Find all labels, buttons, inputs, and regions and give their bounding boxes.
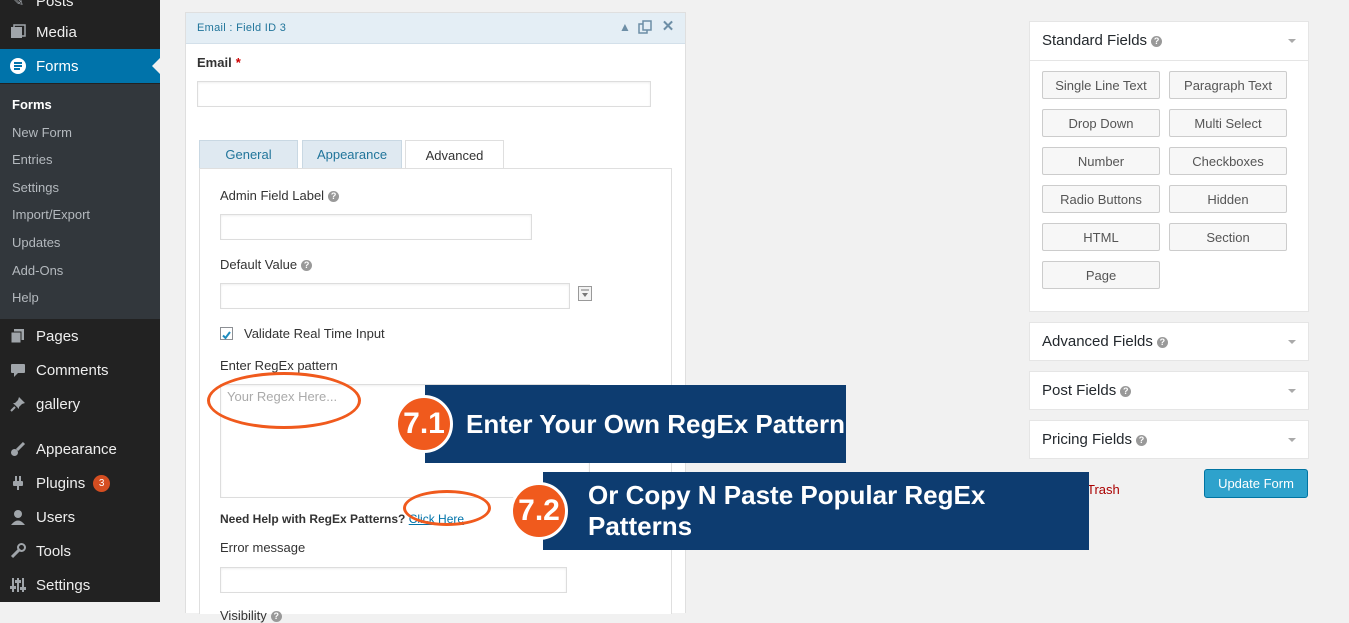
multi-select-button[interactable]: Multi Select bbox=[1169, 109, 1287, 137]
number-button[interactable]: Number bbox=[1042, 147, 1160, 175]
checkboxes-button[interactable]: Checkboxes bbox=[1169, 147, 1287, 175]
hidden-button[interactable]: Hidden bbox=[1169, 185, 1287, 213]
comments-icon bbox=[9, 361, 27, 379]
brush-icon bbox=[9, 440, 27, 458]
submenu-entries[interactable]: Entries bbox=[12, 152, 52, 167]
menu-item-settings[interactable]: Settings bbox=[0, 568, 160, 602]
html-button[interactable]: HTML bbox=[1042, 223, 1160, 251]
menu-item-appearance[interactable]: Appearance bbox=[0, 432, 160, 466]
drop-down-button[interactable]: Drop Down bbox=[1042, 109, 1160, 137]
error-message-input[interactable] bbox=[220, 567, 567, 593]
submenu-new-form[interactable]: New Form bbox=[12, 125, 72, 140]
section-button[interactable]: Section bbox=[1169, 223, 1287, 251]
callout-ring-regex bbox=[207, 372, 361, 429]
user-icon bbox=[9, 508, 27, 526]
toggle-arrow-icon[interactable] bbox=[1288, 340, 1296, 344]
collapse-arrow-icon[interactable]: ▲ bbox=[618, 20, 632, 34]
callout-banner-7-1: Enter Your Own RegEx Pattern bbox=[425, 385, 846, 463]
help-icon[interactable]: ? bbox=[328, 191, 340, 202]
callout-number-7-1: 7.1 bbox=[395, 395, 453, 453]
menu-item-plugins[interactable]: Plugins 3 bbox=[0, 466, 160, 500]
field-preview-label: Email * bbox=[197, 55, 241, 70]
menu-item-pages[interactable]: Pages bbox=[0, 319, 160, 353]
trash-link[interactable]: Trash bbox=[1087, 482, 1120, 497]
advanced-fields-box[interactable]: Advanced Fields? bbox=[1029, 322, 1309, 361]
single-line-text-button[interactable]: Single Line Text bbox=[1042, 71, 1160, 99]
plug-icon bbox=[9, 474, 27, 492]
forms-submenu: Forms New Form Entries Settings Import/E… bbox=[0, 84, 160, 319]
submenu-import-export[interactable]: Import/Export bbox=[12, 207, 90, 222]
error-message-label: Error message bbox=[220, 540, 306, 555]
sliders-icon bbox=[9, 576, 27, 594]
pin-icon bbox=[9, 395, 27, 413]
validate-checkbox[interactable] bbox=[220, 327, 233, 340]
toggle-arrow-icon[interactable] bbox=[1288, 389, 1296, 393]
menu-item-forms[interactable]: Forms bbox=[0, 49, 160, 83]
pricing-fields-box[interactable]: Pricing Fields? bbox=[1029, 420, 1309, 459]
submenu-add-ons[interactable]: Add-Ons bbox=[12, 263, 63, 278]
post-fields-box[interactable]: Post Fields? bbox=[1029, 371, 1309, 410]
merge-tags-icon[interactable] bbox=[578, 286, 592, 301]
help-icon[interactable]: ? bbox=[301, 260, 313, 271]
visibility-label: Visibility? bbox=[220, 608, 282, 623]
toggle-arrow-icon[interactable] bbox=[1288, 39, 1296, 43]
update-form-button[interactable]: Update Form bbox=[1204, 469, 1308, 498]
help-icon[interactable]: ? bbox=[1156, 337, 1168, 348]
menu-item-tools[interactable]: Tools bbox=[0, 534, 160, 568]
page-button[interactable]: Page bbox=[1042, 261, 1160, 289]
tab-advanced[interactable]: Advanced bbox=[405, 140, 504, 169]
field-panel-header: Email : Field ID 3 ▲ ✕ bbox=[186, 13, 685, 44]
field-panel-title: Email : Field ID 3 bbox=[197, 22, 287, 34]
required-asterisk: * bbox=[235, 55, 241, 70]
forms-icon bbox=[9, 57, 27, 75]
duplicate-icon[interactable] bbox=[638, 20, 652, 34]
validate-label: Validate Real Time Input bbox=[244, 326, 385, 341]
callout-banner-7-2: Or Copy N Paste Popular RegEx Patterns bbox=[543, 472, 1089, 550]
submenu-updates[interactable]: Updates bbox=[12, 235, 60, 250]
menu-item-gallery[interactable]: gallery bbox=[0, 387, 160, 421]
submenu-settings[interactable]: Settings bbox=[12, 180, 59, 195]
wrench-icon bbox=[9, 542, 27, 560]
standard-fields-box: Standard Fields? Single Line Text Paragr… bbox=[1029, 21, 1309, 312]
paragraph-text-button[interactable]: Paragraph Text bbox=[1169, 71, 1287, 99]
submenu-forms[interactable]: Forms bbox=[12, 97, 52, 112]
callout-number-7-2: 7.2 bbox=[510, 482, 568, 540]
pages-icon bbox=[9, 327, 27, 345]
help-icon[interactable]: ? bbox=[270, 611, 282, 622]
menu-item-users[interactable]: Users bbox=[0, 500, 160, 534]
menu-item-comments[interactable]: Comments bbox=[0, 353, 160, 387]
admin-label-input[interactable] bbox=[220, 214, 532, 240]
menu-item-media[interactable]: Media bbox=[0, 15, 160, 49]
update-count-badge: 3 bbox=[93, 474, 111, 492]
close-icon[interactable]: ✕ bbox=[661, 19, 675, 34]
tab-general[interactable]: General bbox=[199, 140, 298, 168]
email-preview-input[interactable] bbox=[197, 81, 651, 107]
standard-fields-header[interactable]: Standard Fields? bbox=[1030, 22, 1308, 61]
regex-label: Enter RegEx pattern bbox=[220, 358, 338, 373]
radio-buttons-button[interactable]: Radio Buttons bbox=[1042, 185, 1160, 213]
help-icon[interactable]: ? bbox=[1136, 435, 1148, 446]
default-value-label: Default Value? bbox=[220, 257, 313, 272]
toggle-arrow-icon[interactable] bbox=[1288, 438, 1296, 442]
pin-icon: ✎ bbox=[11, 0, 25, 10]
help-icon[interactable]: ? bbox=[1120, 386, 1132, 397]
admin-field-label-label: Admin Field Label? bbox=[220, 188, 340, 203]
help-icon[interactable]: ? bbox=[1151, 36, 1163, 47]
submenu-help[interactable]: Help bbox=[12, 290, 39, 305]
tab-appearance[interactable]: Appearance bbox=[302, 140, 402, 168]
admin-sidebar: ✎ Posts Media Forms Forms New Form Entrie… bbox=[0, 0, 160, 602]
callout-ring-link bbox=[403, 490, 491, 526]
default-value-input[interactable] bbox=[220, 283, 570, 309]
media-icon bbox=[9, 23, 27, 41]
